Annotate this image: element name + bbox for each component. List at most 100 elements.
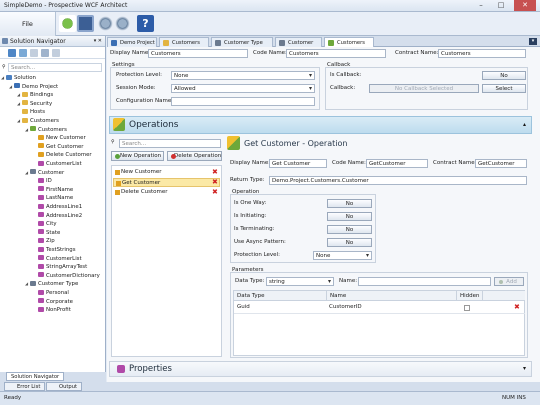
is-callback-toggle[interactable]: No bbox=[482, 71, 526, 80]
properties-expander[interactable] bbox=[109, 361, 532, 377]
tree-item[interactable]: Corporate bbox=[38, 298, 73, 306]
tree-item[interactable]: New Customer bbox=[38, 134, 86, 142]
configuration-name-input[interactable] bbox=[171, 97, 315, 106]
expand-arrow-icon[interactable]: ◢ bbox=[25, 169, 28, 177]
tab-solution-navigator[interactable]: Solution Navigator bbox=[6, 372, 65, 381]
filter-icon[interactable] bbox=[30, 49, 38, 57]
tab-customers-active[interactable]: Customers bbox=[324, 37, 374, 47]
expand-arrow-icon[interactable]: ◢ bbox=[17, 117, 20, 125]
tree-item[interactable]: LastName bbox=[38, 194, 73, 202]
code-name-input[interactable]: Customers bbox=[286, 49, 386, 58]
contract-name-input[interactable]: Customers bbox=[438, 49, 526, 58]
tree-item[interactable]: ID bbox=[38, 177, 52, 185]
tree-item[interactable]: ◢ Customers bbox=[25, 126, 67, 134]
help-icon[interactable]: ? bbox=[137, 15, 154, 32]
save-icon[interactable] bbox=[77, 15, 94, 32]
tab-error-list[interactable]: Error List bbox=[4, 382, 46, 391]
tree-item[interactable]: ◢ Customer Type bbox=[25, 280, 78, 288]
remove-operation-icon[interactable]: ✖ bbox=[212, 168, 218, 177]
operations-search-input[interactable]: Search... bbox=[119, 139, 221, 148]
tab-customer[interactable]: Customer bbox=[275, 37, 322, 47]
new-operation-button[interactable]: New Operation bbox=[111, 151, 164, 161]
tree-item[interactable]: FirstName bbox=[38, 186, 73, 194]
column-header-data-type[interactable]: Data Type bbox=[234, 291, 326, 301]
expand-arrow-icon[interactable]: ◢ bbox=[17, 100, 20, 108]
collapse-operations-icon[interactable]: ▴ bbox=[523, 121, 526, 128]
tab-customers-1[interactable]: Customers bbox=[159, 37, 209, 47]
session-mode-select[interactable]: Allowed bbox=[171, 84, 315, 93]
expand-arrow-icon[interactable]: ◢ bbox=[25, 126, 28, 134]
refresh-icon[interactable] bbox=[8, 49, 16, 57]
tree-item[interactable]: Get Customer bbox=[38, 143, 84, 151]
op-protection-level-select[interactable]: None bbox=[313, 251, 372, 260]
delete-operation-button[interactable]: Delete Operation bbox=[167, 151, 222, 161]
select-callback-button[interactable]: Select bbox=[482, 84, 526, 93]
add-parameter-button[interactable]: Add bbox=[494, 277, 524, 286]
tab-demo-project[interactable]: Demo Project bbox=[107, 37, 157, 47]
tree-item[interactable]: ◢ Solution bbox=[1, 74, 36, 82]
data-type-select[interactable]: string bbox=[266, 277, 334, 286]
param-name-input[interactable] bbox=[358, 277, 491, 286]
build-gear-icon[interactable] bbox=[114, 15, 131, 32]
new-project-icon[interactable] bbox=[59, 15, 76, 32]
expand-arrow-icon[interactable]: ◢ bbox=[9, 83, 12, 91]
expand-properties-icon[interactable]: ▾ bbox=[523, 365, 526, 372]
properties-icon[interactable] bbox=[52, 49, 60, 57]
column-header-hidden[interactable]: Hidden bbox=[456, 291, 482, 301]
navigator-search-input[interactable]: Search... bbox=[8, 63, 102, 72]
tree-item[interactable]: CustomerList bbox=[38, 255, 82, 263]
column-header-name[interactable]: Name bbox=[326, 291, 456, 301]
operation-flag-toggle[interactable]: No bbox=[327, 212, 372, 221]
sort-icon[interactable] bbox=[41, 49, 49, 57]
expand-arrow-icon[interactable]: ◢ bbox=[17, 91, 20, 99]
operation-flag-toggle[interactable]: No bbox=[327, 225, 372, 234]
tree-item[interactable]: ◢ Customers bbox=[17, 117, 59, 125]
tree-item[interactable]: Hosts bbox=[22, 108, 45, 116]
tree-item[interactable]: CustomerDictionary bbox=[38, 272, 100, 280]
tree-item[interactable]: ◢ Security bbox=[17, 100, 52, 108]
tree-item-label: FirstName bbox=[46, 186, 74, 193]
navigator-pin-icon[interactable]: ▾ ✕ bbox=[94, 36, 102, 47]
tree-item[interactable]: State bbox=[38, 229, 60, 237]
tree-item[interactable]: City bbox=[38, 220, 57, 228]
tree-item[interactable]: Zip bbox=[38, 237, 55, 245]
operation-item-new-customer[interactable]: New Customer ✖ bbox=[113, 168, 220, 177]
expand-arrow-icon[interactable]: ◢ bbox=[25, 280, 28, 288]
tree-item[interactable]: ◢ Demo Project bbox=[9, 83, 58, 91]
operation-flag-toggle[interactable]: No bbox=[327, 238, 372, 247]
tree-item[interactable]: StringArrayTest bbox=[38, 263, 87, 271]
op-contract-name-input[interactable]: GetCustomer bbox=[475, 159, 527, 168]
tree-item[interactable]: CustomerList bbox=[38, 160, 82, 168]
operation-item-get-customer[interactable]: Get Customer ✖ bbox=[113, 178, 220, 187]
hidden-checkbox[interactable] bbox=[464, 305, 470, 311]
tree-item[interactable]: Personal bbox=[38, 289, 69, 297]
tree-item[interactable]: ◢ Customer bbox=[25, 169, 64, 177]
tab-list-dropdown-icon[interactable]: ▾ bbox=[529, 38, 537, 45]
table-row[interactable]: Guid CustomerID ✖ bbox=[234, 302, 525, 314]
remove-parameter-icon[interactable]: ✖ bbox=[514, 303, 520, 312]
remove-operation-icon[interactable]: ✖ bbox=[212, 178, 218, 187]
display-name-input[interactable]: Customers bbox=[148, 49, 248, 58]
tree-item[interactable]: AddressLine1 bbox=[38, 203, 82, 211]
tree-item[interactable]: TestStrings bbox=[38, 246, 76, 254]
tree-item[interactable]: NonProfit bbox=[38, 306, 71, 314]
remove-operation-icon[interactable]: ✖ bbox=[212, 188, 218, 197]
operation-flag-toggle[interactable]: No bbox=[327, 199, 372, 208]
settings-gear-icon[interactable] bbox=[97, 15, 114, 32]
return-type-input[interactable]: Demo.Project.Customers.Customer bbox=[269, 176, 527, 185]
close-button[interactable]: ✕ bbox=[514, 0, 536, 11]
tree-item[interactable]: ◢ Bindings bbox=[17, 91, 53, 99]
op-code-name-input[interactable]: GetCustomer bbox=[366, 159, 428, 168]
tree-item[interactable]: AddressLine2 bbox=[38, 212, 82, 220]
op-display-name-input[interactable]: Get Customer bbox=[269, 159, 327, 168]
tab-customer-type[interactable]: Customer Type bbox=[211, 37, 273, 47]
protection-level-select[interactable]: None bbox=[171, 71, 315, 80]
minimize-button[interactable]: – bbox=[472, 0, 490, 11]
operation-item-delete-customer[interactable]: Delete Customer ✖ bbox=[113, 188, 220, 197]
file-menu-button[interactable]: File bbox=[0, 12, 56, 36]
tree-item[interactable]: Delete Customer bbox=[38, 151, 92, 159]
expand-arrow-icon[interactable]: ◢ bbox=[1, 74, 4, 82]
maximize-button[interactable]: □ bbox=[492, 0, 510, 11]
tab-output[interactable]: Output bbox=[46, 382, 83, 391]
collapse-all-icon[interactable] bbox=[19, 49, 27, 57]
